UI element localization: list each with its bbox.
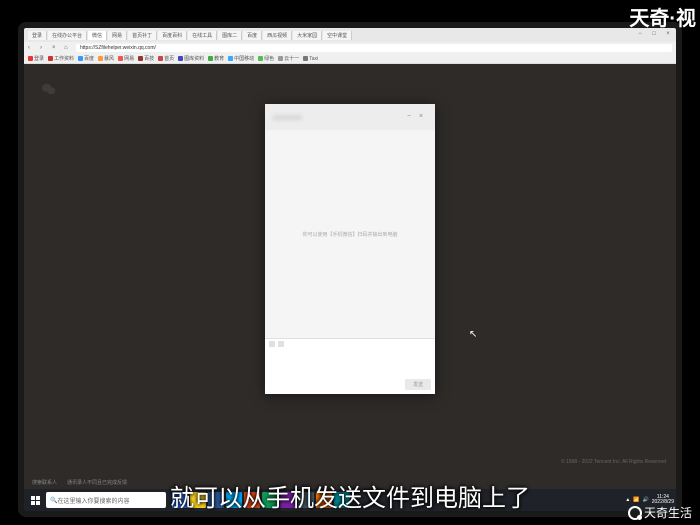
taskbar-search[interactable]: 🔍 在这里输入你要搜索的内容 <box>46 492 166 508</box>
page-content: ■■■■■■ − × 你可以使用【手机微信】扫码并输出到电脑 发送 ↖ © 19… <box>24 64 676 489</box>
browser-tab[interactable]: 图库二 <box>218 31 242 40</box>
bookmark-bar: 登录 工作资料 百度 暴风 网易 百技 首页 图库资料 教育 中国移动 绿色 云… <box>24 54 676 64</box>
browser-tab[interactable]: 西瓜视频 <box>263 31 292 40</box>
attach-icon[interactable] <box>278 341 284 347</box>
windows-icon <box>31 496 40 505</box>
browser-tab[interactable]: 首页补丁 <box>128 31 157 40</box>
mouse-cursor: ↖ <box>469 329 477 340</box>
bookmark-item[interactable]: 暴风 <box>98 55 114 62</box>
bookmark-item[interactable]: 登录 <box>28 55 44 62</box>
bottom-watermark: 天奇生活 <box>628 504 692 521</box>
browser-tab[interactable]: 百度百科 <box>158 31 187 40</box>
bookmark-item[interactable]: 图库资料 <box>178 55 204 62</box>
wifi-icon[interactable]: 📶 <box>633 497 639 503</box>
file-transfer-dialog: ■■■■■■ − × 你可以使用【手机微信】扫码并输出到电脑 发送 <box>265 104 435 394</box>
search-icon: 🔍 <box>50 497 57 504</box>
bookmark-item[interactable]: 工作资料 <box>48 55 74 62</box>
close-icon[interactable]: × <box>664 31 672 39</box>
video-subtitle: 就可以从手机发送文件到电脑上了 <box>170 478 530 513</box>
dialog-body: 你可以使用【手机微信】扫码并输出到电脑 <box>265 130 435 338</box>
bookmark-item[interactable]: 首页 <box>158 55 174 62</box>
minimize-icon[interactable]: − <box>407 113 415 121</box>
window-controls: − □ × <box>636 31 672 39</box>
bookmark-item[interactable]: 云十一 <box>278 55 299 62</box>
browser-tab[interactable]: 微信 <box>88 31 107 40</box>
bookmark-item[interactable]: 中国移动 <box>228 55 254 62</box>
browser-tab[interactable]: 在线办公平台 <box>48 31 87 40</box>
message-input-area[interactable]: 发送 <box>265 338 435 394</box>
browser-tab[interactable]: 大米家园 <box>293 31 322 40</box>
top-watermark: 天奇·视 <box>629 2 696 31</box>
browser-tab-bar: 登录 在线办公平台 微信 网易 首页补丁 百度百科 在线工具 图库二 百度 西瓜… <box>24 28 676 42</box>
browser-tab[interactable]: 百度 <box>243 31 262 40</box>
copyright-text: © 1998 - 2022 Tencent Inc. All Rights Re… <box>561 459 666 465</box>
monitor-frame: 登录 在线办公平台 微信 网易 首页补丁 百度百科 在线工具 图库二 百度 西瓜… <box>18 22 682 517</box>
bookmark-item[interactable]: 网易 <box>118 55 134 62</box>
bookmark-item[interactable]: Taxi <box>303 56 318 62</box>
minimize-icon[interactable]: − <box>636 31 644 39</box>
start-button[interactable] <box>26 491 44 509</box>
dialog-hint: 你可以使用【手机微信】扫码并输出到电脑 <box>302 231 397 238</box>
close-tab-icon[interactable]: × <box>52 45 60 51</box>
browser-tab[interactable]: 网易 <box>108 31 127 40</box>
wechat-icon <box>42 82 56 94</box>
wechat-search[interactable]: 搜索联系人 <box>32 479 57 486</box>
back-icon[interactable]: ‹ <box>28 45 36 51</box>
wechat-history[interactable]: 通讯录人不同且已完成反馈 <box>67 479 127 486</box>
url-input[interactable]: https://SZfilehelper.weixin.qq.com/ <box>76 44 672 52</box>
volume-icon[interactable]: 🔊 <box>643 497 649 503</box>
bookmark-item[interactable]: 百度 <box>78 55 94 62</box>
bookmark-item[interactable]: 百技 <box>138 55 154 62</box>
maximize-icon[interactable]: □ <box>650 31 658 39</box>
browser-tab[interactable]: 空中课堂 <box>323 31 352 40</box>
emoji-icon[interactable] <box>269 341 275 347</box>
logo-icon <box>628 506 642 520</box>
bookmark-item[interactable]: 绿色 <box>258 55 274 62</box>
bookmark-item[interactable]: 教育 <box>208 55 224 62</box>
send-button[interactable]: 发送 <box>405 379 431 390</box>
browser-tab[interactable]: 登录 <box>28 31 47 40</box>
dialog-header: ■■■■■■ − × <box>265 104 435 130</box>
home-icon[interactable]: ⌂ <box>64 45 72 51</box>
close-icon[interactable]: × <box>419 113 427 121</box>
browser-address-bar: ‹ › × ⌂ https://SZfilehelper.weixin.qq.c… <box>24 42 676 54</box>
tray-icon[interactable]: ▲ <box>625 497 630 503</box>
forward-icon[interactable]: › <box>40 45 48 51</box>
dialog-title: ■■■■■■ <box>273 113 302 122</box>
browser-tab[interactable]: 在线工具 <box>188 31 217 40</box>
